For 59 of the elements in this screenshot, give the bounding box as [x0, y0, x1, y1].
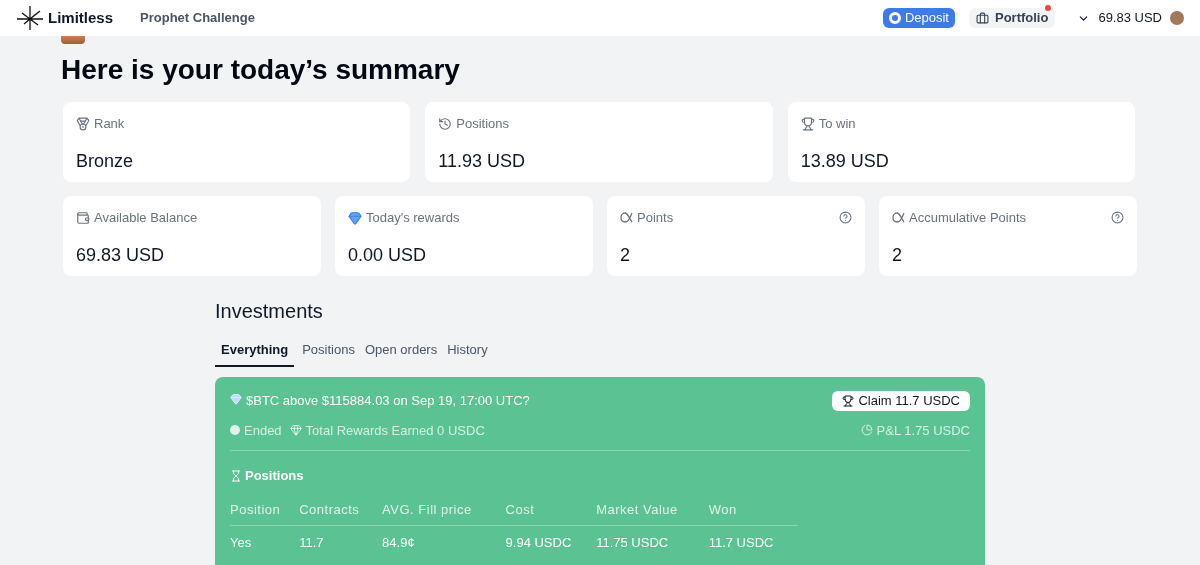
stat-label: Accumulative Points: [909, 209, 1027, 227]
claim-button[interactable]: Claim 11.7 USDC: [832, 390, 970, 411]
table-cell: 11.75 USDC: [596, 525, 709, 553]
column-header: Won: [708, 499, 798, 526]
positions-title: Positions: [245, 467, 304, 485]
alpha-icon: [892, 212, 905, 224]
deposit-button[interactable]: Deposit: [882, 8, 955, 28]
stat-label: Positions: [456, 115, 510, 133]
alpha-icon: [620, 212, 633, 224]
section-title: Investments: [215, 299, 324, 324]
stat-label: To win: [818, 115, 856, 133]
nav-link[interactable]: Prophet Challenge: [140, 8, 255, 28]
stat-value: Bronze: [76, 149, 135, 173]
brand-name: Limitless: [48, 7, 114, 28]
stat-value: 69.83 USD: [76, 243, 166, 267]
history-icon: [438, 116, 453, 131]
briefcase-icon: [975, 11, 989, 25]
balance-dropdown[interactable]: 69.83 USD: [1077, 8, 1162, 28]
hourglass-icon: [230, 469, 242, 482]
trophy-icon: [842, 394, 855, 407]
tab[interactable]: Everything: [215, 340, 295, 367]
logo-icon: [16, 5, 44, 31]
status-text: Ended: [244, 421, 282, 440]
table-cell: 11.7: [299, 525, 383, 553]
trophy-icon: [800, 116, 815, 131]
stat-value: 2: [620, 243, 631, 267]
avatar: [1170, 11, 1184, 25]
wallet-icon: [76, 210, 90, 225]
stat-value: 2: [892, 243, 903, 267]
table-cell: 84.9¢: [382, 525, 506, 553]
table-cell: 11.7 USDC: [708, 525, 798, 553]
diamond-icon: [348, 210, 362, 225]
summary-heading: Here is your today’s summary: [61, 53, 461, 87]
column-header: Position: [230, 499, 300, 526]
portfolio-button[interactable]: Portfolio: [968, 8, 1056, 28]
coin-icon: [888, 12, 901, 24]
stat-label: Today's rewards: [366, 209, 460, 227]
stat-value: 13.89 USD: [800, 149, 890, 173]
stat-value: 0.00 USD: [348, 243, 428, 267]
diamond-icon: [230, 392, 242, 405]
stat-label: Rank: [94, 115, 125, 133]
column-header: AVG. Fill price: [382, 499, 506, 526]
column-header: Contracts: [299, 499, 383, 526]
column-header: Cost: [505, 499, 597, 526]
column-header: Market Value: [596, 499, 709, 526]
tab[interactable]: Positions: [300, 340, 357, 367]
tab[interactable]: Open orders: [362, 340, 440, 367]
rewards-text: Total Rewards Earned 0 USDC: [305, 421, 485, 440]
stat-label: Points: [637, 209, 674, 227]
table-cell: 9.94 USDC: [505, 525, 597, 553]
pie-chart-icon: [860, 424, 873, 437]
stat-value: 11.93 USD: [438, 149, 527, 173]
pnl-text: P&L 1.75 USDC: [876, 421, 970, 440]
medal-icon: [76, 116, 90, 131]
diamond-icon: [289, 424, 302, 437]
table-cell: Yes: [230, 525, 300, 553]
tab[interactable]: History: [445, 340, 490, 367]
stat-label: Available Balance: [94, 209, 198, 227]
market-question: $BTC above $115884.03 on Sep 19, 17:00 UTC?: [246, 391, 530, 410]
